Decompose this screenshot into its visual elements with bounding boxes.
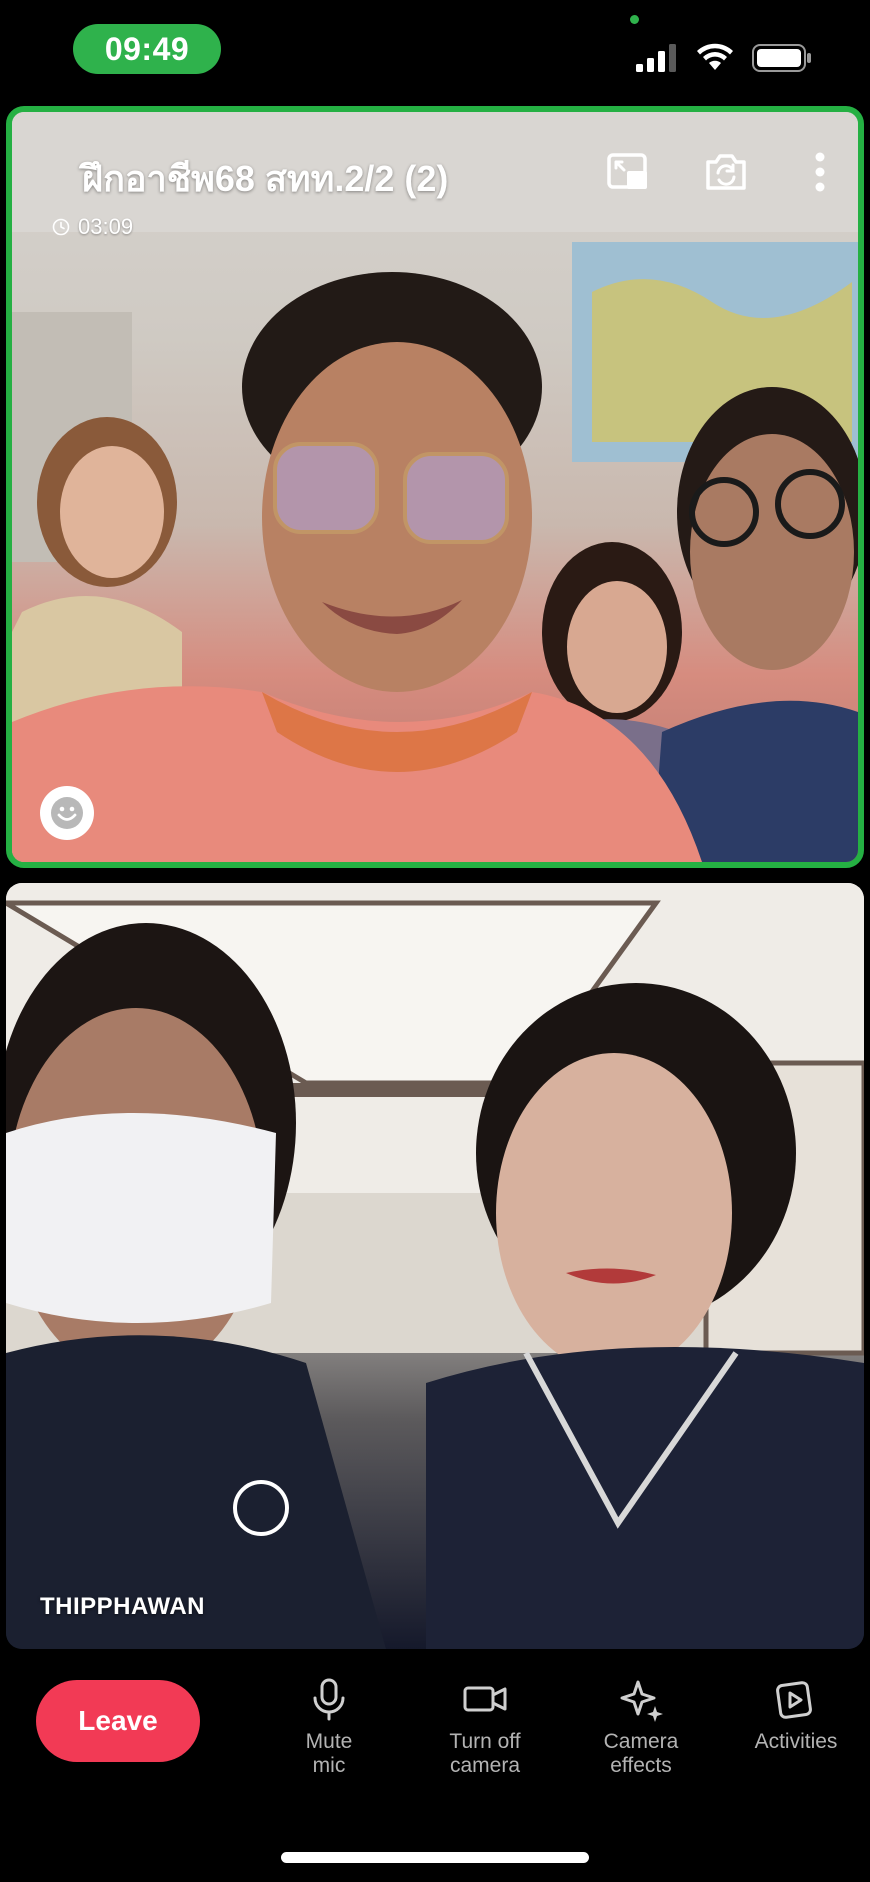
wifi-icon	[697, 43, 733, 70]
mute-mic-label-2: mic	[312, 1754, 346, 1777]
call-title: ฝึกอาชีพ68 สทท.2/2 (2)	[82, 158, 449, 199]
participant-name-label: THIPPHAWAN	[40, 1593, 206, 1620]
effects-label-2: effects	[610, 1754, 672, 1777]
battery-icon	[752, 44, 811, 72]
leave-button[interactable]: Leave	[36, 1680, 200, 1762]
video-tile-remote[interactable]: ฝึกอาชีพ68 สทท.2/2 (2) 03:09	[6, 106, 864, 868]
camera-label-2: camera	[449, 1754, 521, 1777]
call-timer: 03:09	[52, 214, 133, 240]
switch-camera-icon	[706, 154, 746, 190]
turn-off-camera-button[interactable]: Turn off camera	[415, 1676, 555, 1778]
pip-icon	[607, 153, 647, 189]
mute-mic-label-1: Mute	[305, 1730, 353, 1753]
sparkle-icon	[620, 1680, 663, 1722]
mute-mic-button[interactable]: Mute mic	[259, 1676, 399, 1778]
video-frame-self	[6, 883, 864, 1649]
signal-icon	[636, 44, 676, 72]
reaction-button[interactable]	[40, 786, 94, 840]
clock-icon	[52, 218, 70, 236]
more-icon	[815, 152, 825, 192]
more-options-button[interactable]	[796, 148, 844, 196]
video-frame-remote	[12, 112, 858, 862]
switch-camera-button[interactable]	[702, 148, 750, 196]
effects-label-1: Camera	[603, 1730, 679, 1753]
video-camera-icon	[463, 1686, 507, 1712]
activities-label: Activities	[754, 1730, 838, 1753]
camera-label-1: Turn off	[449, 1730, 521, 1753]
activities-icon	[776, 1681, 812, 1719]
home-indicator[interactable]	[281, 1852, 589, 1863]
camera-effects-button[interactable]: Camera effects	[571, 1676, 711, 1778]
call-timer-text: 03:09	[78, 214, 134, 239]
camera-in-use-indicator	[630, 15, 639, 24]
activities-button[interactable]: Activities	[726, 1676, 866, 1754]
mic-icon	[313, 1678, 345, 1721]
picture-in-picture-button[interactable]	[604, 148, 652, 196]
video-tile-self[interactable]: THIPPHAWAN	[6, 883, 864, 1649]
status-time: 09:49	[73, 24, 221, 74]
smiley-icon	[51, 797, 83, 829]
